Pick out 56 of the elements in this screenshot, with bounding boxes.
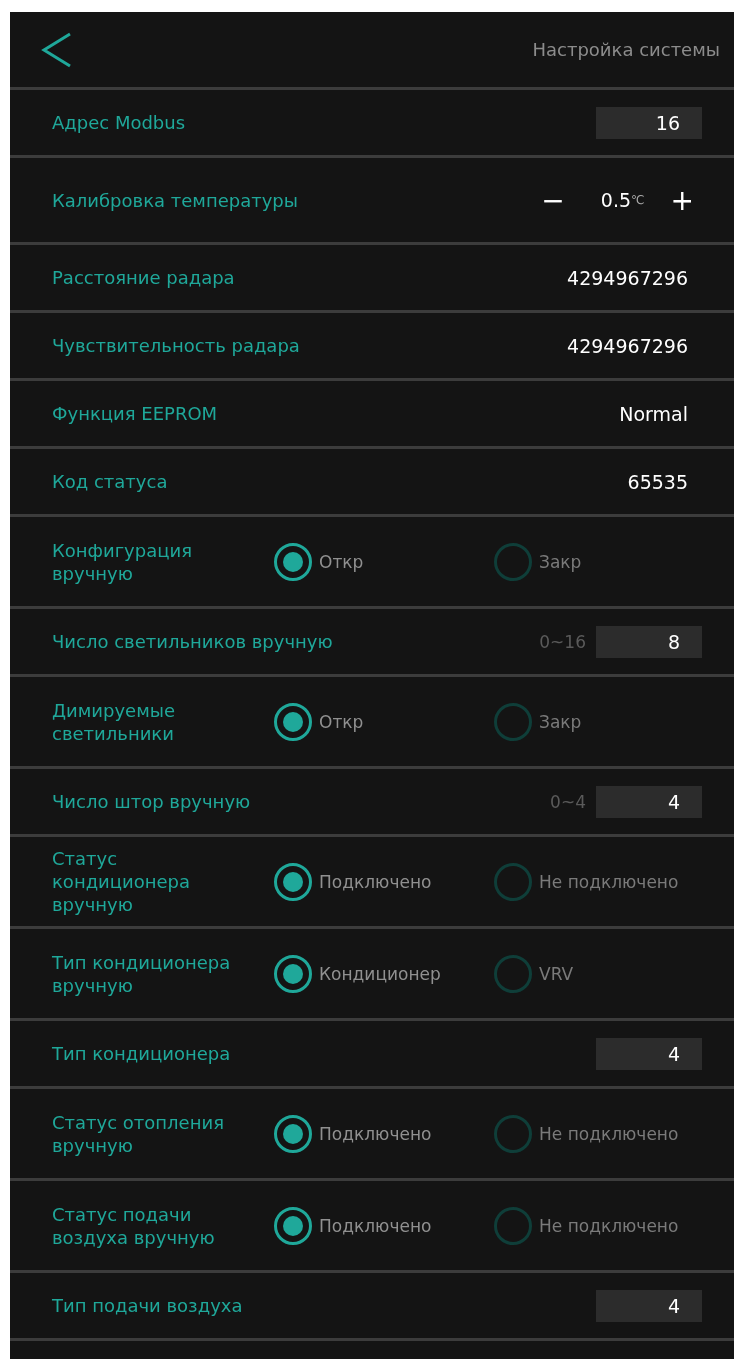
radio-button[interactable] (494, 862, 532, 901)
setting-label: Димируемые светильники (52, 698, 177, 745)
temperature-value: 0.5 (600, 189, 632, 211)
page-title: Настройка системы (532, 39, 720, 60)
number-field[interactable]: 4 (596, 1289, 702, 1322)
radio-button[interactable] (274, 862, 312, 901)
setting-label: Адрес Modbus (52, 111, 186, 134)
setting-value: 65535 (627, 470, 689, 493)
radio-button[interactable] (494, 702, 532, 741)
setting-label: Статус кондиционера вручную (52, 847, 192, 916)
unit-label: ℃ (631, 193, 645, 207)
increase-button[interactable]: + (662, 183, 702, 217)
setting-label: Функция EEPROM (52, 402, 218, 425)
option-label: Закр (539, 551, 582, 572)
option-label: VRV (539, 963, 574, 984)
radio-button[interactable] (494, 1114, 532, 1153)
radio-button[interactable] (274, 702, 312, 741)
setting-value: 4294967296 (567, 334, 689, 357)
option-label: Не подключено (539, 1215, 679, 1236)
option-label: Откр (319, 551, 364, 572)
number-field[interactable]: 16 (596, 106, 702, 139)
option-label: Подключено (319, 1215, 432, 1236)
option-label: Не подключено (539, 871, 679, 892)
number-field[interactable]: 4 (596, 785, 702, 818)
option-label: Подключено (319, 1123, 432, 1144)
setting-label: Число штор вручную (52, 790, 251, 813)
radio-button[interactable] (494, 1206, 532, 1245)
setting-label: Статус подачи воздуха вручную (52, 1202, 216, 1249)
radio-button[interactable] (274, 542, 312, 581)
setting-label: Тип кондиционера вручную (52, 950, 232, 997)
option-label: Подключено (319, 871, 432, 892)
radio-button[interactable] (494, 954, 532, 993)
setting-value: Normal (619, 402, 689, 425)
radio-button[interactable] (274, 1206, 312, 1245)
radio-button[interactable] (274, 1114, 312, 1153)
radio-button[interactable] (494, 542, 532, 581)
setting-label: Тип подачи воздуха (52, 1294, 243, 1317)
setting-label: Код статуса (52, 470, 168, 493)
decrease-button[interactable]: − (533, 183, 573, 217)
setting-label: Число светильников вручную (52, 630, 333, 653)
range-hint: 0~4 (550, 791, 586, 812)
range-hint: 0~16 (539, 631, 586, 652)
option-label: Закр (539, 711, 582, 732)
setting-label: Калибровка температуры (52, 188, 298, 212)
radio-button[interactable] (274, 954, 312, 993)
setting-value: 4294967296 (567, 266, 689, 289)
setting-label: Тип кондиционера (52, 1042, 231, 1065)
setting-label: Чувствительность радара (52, 334, 300, 357)
option-label: Кондиционер (319, 963, 441, 984)
number-field[interactable]: 8 (596, 625, 702, 658)
setting-label: Расстояние радара (52, 266, 235, 289)
option-label: Откр (319, 711, 364, 732)
setting-label: Статус отопления вручную (52, 1110, 225, 1157)
setting-label: Конфигурация вручную (52, 538, 193, 585)
option-label: Не подключено (539, 1123, 679, 1144)
number-field[interactable]: 4 (596, 1037, 702, 1070)
